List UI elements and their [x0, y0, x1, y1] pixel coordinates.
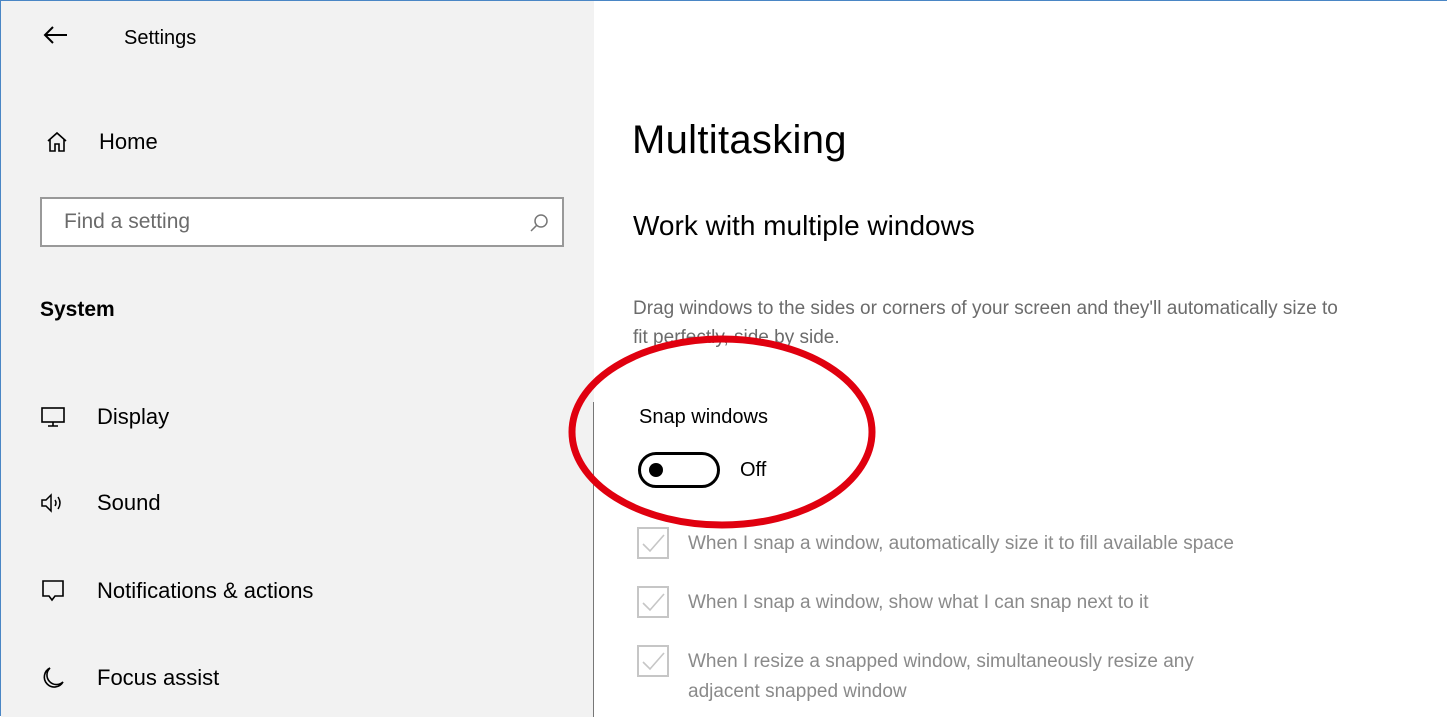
option-checkbox[interactable] — [637, 645, 669, 677]
section-description: Drag windows to the sides or corners of … — [633, 298, 1338, 348]
option-label: When I resize a snapped window, simultan… — [688, 651, 1194, 702]
sidebar-item-sound[interactable]: Sound — [39, 483, 559, 523]
section-title-system: System — [40, 298, 115, 321]
sidebar-item-label: Display — [97, 404, 170, 429]
snap-windows-label: Snap windows — [639, 406, 768, 428]
option-label: When I snap a window, automatically size… — [688, 533, 1234, 554]
speaker-icon — [39, 489, 67, 517]
checkmark-icon — [642, 593, 665, 612]
checkmark-icon — [642, 534, 665, 553]
monitor-icon — [39, 403, 67, 431]
sidebar: Settings Home System Display — [1, 1, 594, 717]
checkmark-icon — [642, 652, 665, 671]
sidebar-item-notifications[interactable]: Notifications & actions — [39, 571, 559, 611]
option-checkbox[interactable] — [637, 586, 669, 618]
sidebar-item-label: Notifications & actions — [97, 578, 314, 603]
app-title: Settings — [124, 27, 197, 49]
option-label: When I snap a window, show what I can sn… — [688, 592, 1149, 613]
page-title: Multitasking — [632, 118, 847, 162]
sidebar-item-label: Sound — [97, 490, 161, 515]
search-input[interactable] — [42, 199, 562, 245]
nav-home-label: Home — [99, 129, 158, 154]
snap-windows-toggle[interactable] — [638, 452, 720, 488]
moon-icon — [39, 664, 67, 692]
sidebar-item-label: Focus assist — [97, 665, 220, 690]
option-row: When I resize a snapped window, simultan… — [637, 645, 1437, 707]
nav-home[interactable]: Home — [45, 125, 445, 159]
home-icon — [45, 130, 69, 154]
toggle-state-label: Off — [740, 459, 767, 481]
search-icon[interactable] — [528, 212, 550, 234]
option-checkbox[interactable] — [637, 527, 669, 559]
search-box[interactable] — [40, 197, 564, 247]
sidebar-item-focus-assist[interactable]: Focus assist — [39, 658, 559, 698]
section-heading: Work with multiple windows — [633, 210, 975, 241]
option-row: When I snap a window, automatically size… — [637, 527, 1437, 559]
option-row: When I snap a window, show what I can sn… — [637, 586, 1437, 618]
sidebar-item-display[interactable]: Display — [39, 397, 559, 437]
toggle-knob — [649, 463, 663, 477]
message-icon — [39, 577, 67, 605]
arrow-left-icon[interactable] — [41, 23, 69, 47]
